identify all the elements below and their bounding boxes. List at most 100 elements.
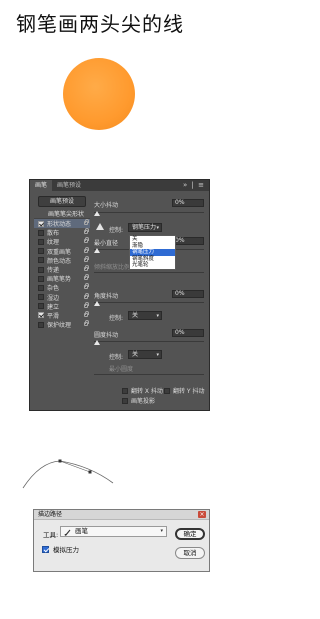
checkbox-icon[interactable]: [122, 387, 128, 394]
brush-option-label: 纹理: [47, 239, 60, 247]
checkbox-icon[interactable]: [38, 220, 44, 227]
brush-option-item[interactable]: 湿边: [34, 292, 90, 302]
ok-button[interactable]: 确定: [175, 528, 205, 540]
cancel-button[interactable]: 取消: [175, 547, 205, 559]
angle-jitter-value[interactable]: 0%: [172, 290, 204, 298]
lock-icon[interactable]: [84, 255, 89, 262]
brush-projection-label: 画笔投影: [131, 398, 156, 405]
min-diameter-value[interactable]: 0%: [172, 237, 204, 245]
control-select[interactable]: 钢笔压力 ▾: [128, 223, 162, 232]
checkbox-icon[interactable]: [38, 248, 44, 255]
checkbox-icon[interactable]: [38, 266, 44, 273]
brush-preset-button[interactable]: 画笔预设: [38, 196, 86, 207]
flip-y-label: 翻转 Y 抖动: [173, 388, 205, 395]
lock-icon[interactable]: [84, 237, 89, 244]
checkbox-icon[interactable]: [38, 229, 44, 236]
checkbox-icon[interactable]: [38, 284, 44, 291]
brush-options-list: 画笔预设 画笔笔尖形状 形状动态 散布纹理 双重画笔 颜色动态传递 画笔笔势 杂色 湿边 建立…: [34, 196, 90, 329]
dropdown-option[interactable]: 光笔轮: [130, 262, 175, 269]
tab-brush-presets[interactable]: 画笔预设: [52, 180, 86, 191]
brush-option-item[interactable]: 颜色动态: [34, 255, 90, 265]
brush-option-item[interactable]: 纹理: [34, 237, 90, 246]
roundness-jitter-slider[interactable]: [94, 341, 204, 342]
page-title: 钢笔画两头尖的线: [16, 12, 184, 36]
checkbox-icon[interactable]: [164, 387, 170, 394]
roundness-jitter-label: 圆度抖动: [94, 332, 119, 339]
brush-option-label: 杂色: [47, 285, 60, 293]
flip-y-checkbox[interactable]: 翻转 Y 抖动: [164, 386, 204, 395]
flip-x-checkbox[interactable]: 翻转 X 抖动: [122, 386, 163, 395]
checkbox-icon[interactable]: [38, 238, 44, 245]
checkbox-icon[interactable]: [122, 397, 128, 404]
pen-path-curve: [22, 460, 61, 489]
brush-option-label: 画笔笔势: [47, 276, 72, 284]
anchor-point[interactable]: [88, 470, 92, 474]
checkbox-icon[interactable]: [38, 303, 44, 310]
angle-jitter-slider[interactable]: [94, 302, 204, 303]
checkbox-icon[interactable]: [38, 321, 44, 328]
anchor-point[interactable]: [58, 459, 62, 463]
lock-icon[interactable]: [84, 301, 89, 308]
lock-icon[interactable]: [84, 274, 89, 281]
lock-icon[interactable]: [84, 246, 89, 253]
close-icon[interactable]: ×: [198, 511, 206, 518]
brush-option-item[interactable]: 建立: [34, 301, 90, 311]
dialog-titlebar: 描边路径 ×: [34, 510, 209, 520]
roundness-control-value: 关: [132, 351, 139, 358]
chevron-down-icon: ▾: [156, 225, 159, 231]
checkbox-icon[interactable]: [38, 275, 44, 282]
slider-knob-icon[interactable]: [94, 248, 100, 253]
brush-option-label: 传递: [47, 267, 60, 275]
tool-label: 工具:: [43, 531, 59, 539]
size-jitter-value[interactable]: 0%: [172, 199, 204, 207]
control-label: 控制:: [109, 227, 124, 234]
control-dropdown-menu: 关渐隐 钢笔压力 钢笔斜度 光笔轮: [129, 235, 176, 270]
dialog-title: 描边路径: [38, 511, 63, 518]
pen-path-canvas: [22, 459, 114, 489]
checkbox-icon[interactable]: [42, 545, 49, 553]
slider-knob-icon[interactable]: [94, 211, 100, 216]
tab-brush[interactable]: 画笔: [30, 180, 53, 191]
flip-x-label: 翻转 X 抖动: [131, 388, 163, 395]
roundness-jitter-value[interactable]: 0%: [172, 329, 204, 337]
angle-control-select[interactable]: 关 ▾: [128, 311, 162, 320]
roundness-control-label: 控制:: [109, 354, 124, 361]
brush-icon: [64, 529, 71, 536]
brush-projection-checkbox[interactable]: 画笔投影: [122, 396, 155, 405]
lock-icon[interactable]: [84, 310, 89, 317]
brush-option-item[interactable]: 双重画笔: [34, 246, 90, 256]
simulate-pressure-checkbox[interactable]: 模拟压力: [42, 544, 79, 554]
brush-option-item[interactable]: 形状动态: [34, 219, 90, 229]
slider-knob-icon[interactable]: [94, 340, 100, 345]
chevron-down-icon: ▾: [156, 352, 159, 358]
stroke-path-dialog: 描边路径 × 工具: 画笔 ▾ 模拟压力 确定 取消: [33, 509, 210, 572]
brush-option-item[interactable]: 平滑: [34, 310, 90, 320]
brush-tip-shape-item[interactable]: 画笔笔尖形状: [34, 210, 90, 219]
panel-tabs: 画笔 画笔预设 » | ≡: [30, 180, 209, 191]
brush-option-label: 保护纹理: [47, 322, 72, 330]
size-jitter-slider[interactable]: [94, 212, 204, 213]
handle-line: [59, 460, 91, 473]
lock-icon[interactable]: [84, 264, 89, 271]
slider-knob-icon[interactable]: [94, 301, 100, 306]
checkbox-icon[interactable]: [38, 257, 44, 264]
brush-option-item[interactable]: 画笔笔势: [34, 274, 90, 283]
brush-option-item[interactable]: 散布: [34, 228, 90, 237]
tool-select[interactable]: 画笔 ▾: [60, 526, 167, 537]
checkbox-icon[interactable]: [38, 294, 44, 301]
lock-icon[interactable]: [84, 219, 89, 225]
lock-icon[interactable]: [84, 283, 89, 290]
lock-icon[interactable]: [84, 320, 89, 327]
panel-menu-icon[interactable]: » | ≡: [183, 180, 205, 191]
brush-option-item[interactable]: 杂色: [34, 283, 90, 292]
min-roundness-label: 最小圆度: [109, 366, 134, 373]
checkbox-icon[interactable]: [38, 312, 44, 319]
lock-icon[interactable]: [84, 292, 89, 299]
roundness-control-select[interactable]: 关 ▾: [128, 350, 162, 359]
brush-option-label: 建立: [47, 303, 60, 311]
brush-option-item[interactable]: 保护纹理: [34, 320, 90, 329]
brush-option-label: 颜色动态: [47, 257, 72, 265]
tilt-scale-label: 倾斜缩放比例: [94, 264, 131, 271]
brush-option-item[interactable]: 传递: [34, 264, 90, 275]
lock-icon[interactable]: [84, 228, 89, 235]
